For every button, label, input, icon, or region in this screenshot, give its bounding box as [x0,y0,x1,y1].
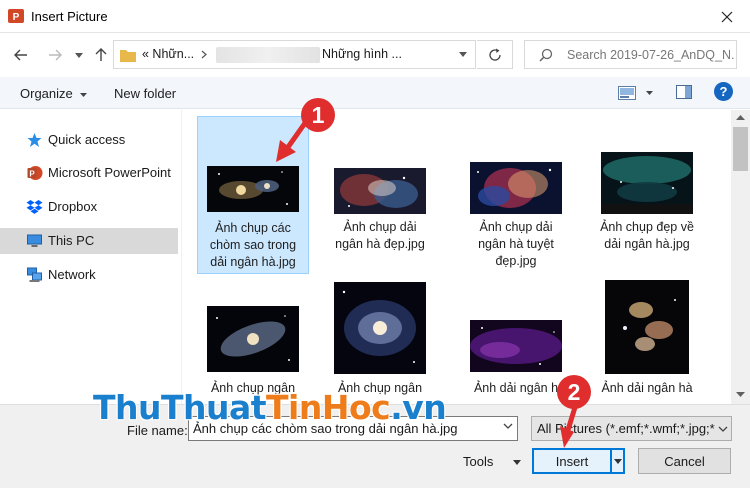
chevron-down-icon[interactable] [503,423,513,429]
sidebar-item-label: Quick access [48,132,126,147]
search-input[interactable]: Search 2019-07-26_AnDQ_N... [524,40,737,69]
folder-icon [120,50,136,62]
refresh-icon [488,48,501,61]
search-icon [539,48,553,62]
address-bar[interactable]: « Nhữn... Những hình ... [113,40,476,69]
annotation-marker-2: 2 [557,375,591,409]
tools-label: Tools [463,454,494,469]
file-thumbnail [334,282,426,374]
file-thumbnail [334,168,426,214]
file-list: Ảnh chụp các chòm sao trong dải ngân hà.jp… [183,110,730,404]
arrow-right-icon [49,49,62,61]
organize-label: Organize [20,86,73,101]
cancel-label: Cancel [664,453,705,469]
arrow-up-icon [95,48,107,61]
search-placeholder: Search 2019-07-26_AnDQ_N... [567,48,735,62]
file-item[interactable]: Ảnh chụp đẹp về dải ngân hà.jpg [591,116,703,274]
insert-label: Insert [555,453,589,469]
file-item[interactable]: Ảnh dải ngân h [460,280,572,404]
sidebar-item-network[interactable]: Network [0,262,178,288]
arrow-left-icon [14,49,27,61]
svg-text:P: P [13,12,20,23]
title-bar: P Insert Picture [0,0,750,33]
file-thumbnail [470,162,562,214]
file-thumbnail [601,152,693,214]
dropbox-icon [26,200,43,214]
chevron-down-icon [80,92,88,97]
file-item[interactable]: Ảnh chụp dải ngân hà đẹp.jpg [324,116,436,274]
sidebar-item-label: Network [48,267,96,282]
view-thumbnails-icon [618,86,636,100]
breadcrumb-chevron-icon [201,50,207,59]
window-title: Insert Picture [31,9,108,24]
file-item[interactable]: Ảnh dải ngân hà [591,280,703,404]
sidebar-item-this-pc[interactable]: This PC [0,228,178,254]
file-name: Ảnh dải ngân hà [601,381,693,395]
file-name: Ảnh chụp dải ngân hà đẹp.jpg [335,220,425,251]
help-button[interactable]: ? [714,82,733,101]
chevron-down-icon [718,426,728,432]
close-button[interactable] [704,0,750,33]
breadcrumb-first[interactable]: « Nhữn... [142,47,194,61]
file-name: Ảnh chụp đẹp về dải ngân hà.jpg [600,220,694,251]
scroll-down-icon[interactable] [736,392,745,397]
recent-locations-button[interactable] [72,45,86,65]
file-thumbnail [605,280,689,374]
file-item[interactable]: Ảnh chụp ngân [324,280,436,404]
preview-pane-icon [676,85,692,99]
file-thumbnail [207,166,299,212]
scroll-up-icon[interactable] [736,115,745,120]
tools-menu-button[interactable]: Tools [463,454,521,469]
refresh-button[interactable] [477,40,513,69]
preview-pane-button[interactable] [676,85,692,102]
computer-icon [27,234,42,247]
insert-options-button[interactable] [611,448,625,474]
chevron-down-icon [646,91,653,95]
up-button[interactable] [90,45,112,65]
change-view-button[interactable] [618,86,658,102]
star-icon [27,133,42,147]
cancel-button[interactable]: Cancel [638,448,731,474]
insert-button[interactable]: Insert [532,448,612,474]
back-button[interactable] [10,45,32,65]
chevron-down-icon [512,460,521,466]
file-thumbnail [207,306,299,372]
forward-button[interactable] [44,45,66,65]
svg-text:P: P [29,170,35,179]
powerpoint-icon: P [8,9,24,23]
blurred-path-segment [216,47,320,63]
file-name: Ảnh chụp các chòm sao trong dải ngân hà.jp… [209,221,297,269]
sidebar-item-microsoft-powerpoint[interactable]: P Microsoft PowerPoint [0,160,178,186]
file-thumbnail [470,320,562,372]
chevron-down-icon [613,458,622,464]
powerpoint-icon: P [27,166,43,180]
new-folder-button[interactable]: New folder [114,86,176,101]
help-icon: ? [719,84,728,99]
file-item[interactable]: Ảnh chụp ngân [197,280,309,404]
site-watermark: ThuThuatTinHoc.vn [93,388,447,427]
breadcrumb-last[interactable]: Những hình ... [322,47,402,61]
sidebar-item-quick-access[interactable]: Quick access [0,127,178,153]
command-toolbar: Organize New folder ? [0,77,750,109]
sidebar-item-label: Microsoft PowerPoint [48,165,171,180]
sidebar-item-dropbox[interactable]: Dropbox [0,194,178,220]
vertical-scrollbar[interactable] [731,110,750,404]
file-item[interactable]: Ảnh chụp dải ngân hà tuyệt đẹp.jpg [460,116,572,274]
network-icon [27,267,42,282]
chevron-down-icon [75,52,83,58]
chevron-down-icon[interactable] [459,52,467,57]
annotation-marker-1: 1 [301,98,335,132]
organize-button[interactable]: Organize [20,86,88,101]
file-name: Ảnh chụp dải ngân hà tuyệt đẹp.jpg [478,220,554,268]
scrollbar-thumb[interactable] [733,127,748,171]
file-name: Ảnh dải ngân h [473,381,559,395]
close-icon [721,11,733,22]
navigation-pane: Quick access P Microsoft PowerPoint Drop… [0,110,182,404]
sidebar-item-label: This PC [48,233,95,248]
sidebar-item-label: Dropbox [48,199,98,214]
